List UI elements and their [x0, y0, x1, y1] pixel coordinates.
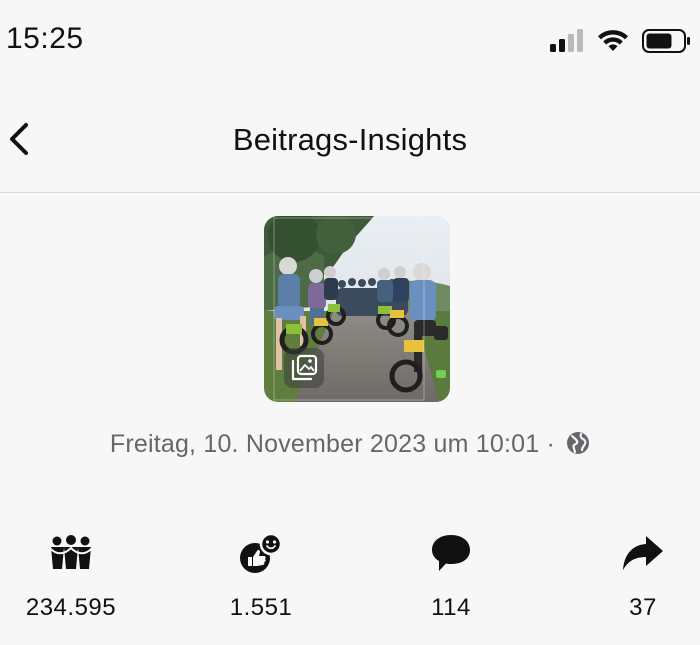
album-icon	[291, 354, 318, 381]
comment-icon	[380, 532, 522, 574]
page-title: Beitrags-Insights	[232, 122, 468, 157]
wifi-icon	[598, 30, 628, 51]
metric-value: 114	[431, 594, 471, 621]
header-bar: Beitrags-Insights	[0, 84, 700, 193]
people-reach-icon	[0, 532, 142, 574]
metric-reactions[interactable]: 1.551	[190, 532, 332, 622]
album-badge	[284, 348, 324, 388]
metric-value: 1.551	[229, 594, 293, 621]
status-time: 15:25	[6, 22, 84, 55]
date-separator: ·	[546, 430, 555, 458]
metric-value: 234.595	[25, 594, 117, 621]
status-bar: 15:25	[0, 0, 700, 84]
cellular-signal-icon	[550, 29, 583, 52]
metric-reach[interactable]: 234.595	[0, 532, 142, 622]
metric-comments[interactable]: 114	[380, 532, 522, 622]
globe-icon	[566, 431, 590, 462]
reactions-icon	[190, 532, 332, 574]
post-date-row: Freitag, 10. November 2023 um 10:01 ·	[0, 430, 700, 462]
share-icon	[572, 532, 700, 574]
status-icons	[550, 28, 692, 54]
post-thumbnail[interactable]	[264, 216, 450, 402]
metric-value: 37	[629, 594, 657, 621]
post-date: Freitag, 10. November 2023 um 10:01	[109, 430, 540, 458]
post-insights-screen: 15:25 Beitrags-Insights Freitag, 10. Nov…	[0, 0, 700, 645]
metric-shares[interactable]: 37	[572, 532, 700, 622]
battery-icon	[642, 29, 690, 53]
